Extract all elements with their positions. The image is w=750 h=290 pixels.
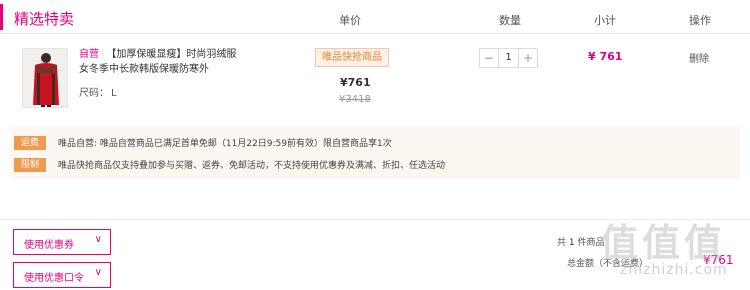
cart-header: 精选特卖 单价 数量 小计 操作 bbox=[0, 0, 750, 34]
column-header-price: 单价 bbox=[339, 14, 361, 27]
quantity-increase-button[interactable]: + bbox=[519, 49, 537, 67]
current-price: ¥761 bbox=[340, 76, 371, 89]
size-label: 尺码： bbox=[79, 88, 109, 99]
column-header-subtotal: 小计 bbox=[594, 14, 616, 27]
shipping-tag: 运费 bbox=[14, 136, 46, 150]
promo-info-box: 运费 唯品自营: 唯品自营商品已满足首单免邮（11月22日9:59前有效）限自营… bbox=[10, 127, 740, 179]
section-accent-bar bbox=[0, 4, 3, 30]
flash-sale-badge: 唯品快抢商品 bbox=[315, 48, 389, 67]
size-value: L bbox=[111, 88, 117, 99]
column-header-quantity: 数量 bbox=[499, 14, 521, 27]
quantity-input[interactable]: 1 bbox=[498, 49, 519, 67]
total-label: 总金额（不含运费） bbox=[567, 259, 649, 269]
column-header-operation: 操作 bbox=[689, 14, 711, 27]
summary-prefix: 共 bbox=[557, 238, 567, 248]
product-image[interactable] bbox=[22, 48, 68, 108]
item-count: 1 bbox=[568, 238, 575, 248]
use-coupon-code-label: 使用优惠口令 bbox=[24, 273, 84, 284]
self-operated-tag: 自营 bbox=[79, 49, 99, 60]
total-amount: ¥761 bbox=[703, 253, 734, 267]
original-price: ¥3418 bbox=[339, 94, 371, 105]
use-coupon-label: 使用优惠券 bbox=[24, 240, 74, 251]
tag-separator: | bbox=[101, 49, 105, 60]
use-coupon-code-button[interactable]: 使用优惠口令 ∨ bbox=[13, 262, 111, 288]
item-count-summary: 共 1 件商品 bbox=[557, 235, 605, 248]
section-divider bbox=[0, 219, 750, 220]
product-name[interactable]: 自营 | 【加厚保暖显瘦】时尚羽绒服女冬季中长款韩版保暖防寒外 bbox=[79, 47, 239, 77]
restriction-info-text: 唯品快抢商品仅支持叠加参与买赠、返券、免邮活动，不支持使用优惠券及满减、折扣、任… bbox=[58, 161, 446, 171]
section-title: 精选特卖 bbox=[14, 10, 75, 28]
use-coupon-button[interactable]: 使用优惠券 ∨ bbox=[13, 229, 111, 255]
quantity-stepper: − 1 + bbox=[479, 48, 538, 68]
delete-button[interactable]: 删除 bbox=[689, 50, 709, 65]
item-subtotal: ¥ 761 bbox=[588, 50, 623, 63]
chevron-down-icon: ∨ bbox=[94, 267, 102, 278]
summary-suffix: 件商品 bbox=[577, 238, 605, 248]
restriction-tag: 限制 bbox=[14, 158, 46, 172]
product-photo-icon bbox=[23, 49, 67, 107]
chevron-down-icon: ∨ bbox=[94, 234, 102, 245]
watermark: 值值值 zhizhizhi.com bbox=[600, 212, 740, 282]
shipping-info-text: 唯品自营: 唯品自营商品已满足首单免邮（11月22日9:59前有效）限自营商品享… bbox=[58, 139, 392, 149]
quantity-decrease-button[interactable]: − bbox=[480, 49, 498, 67]
product-size: 尺码： L bbox=[79, 84, 117, 99]
